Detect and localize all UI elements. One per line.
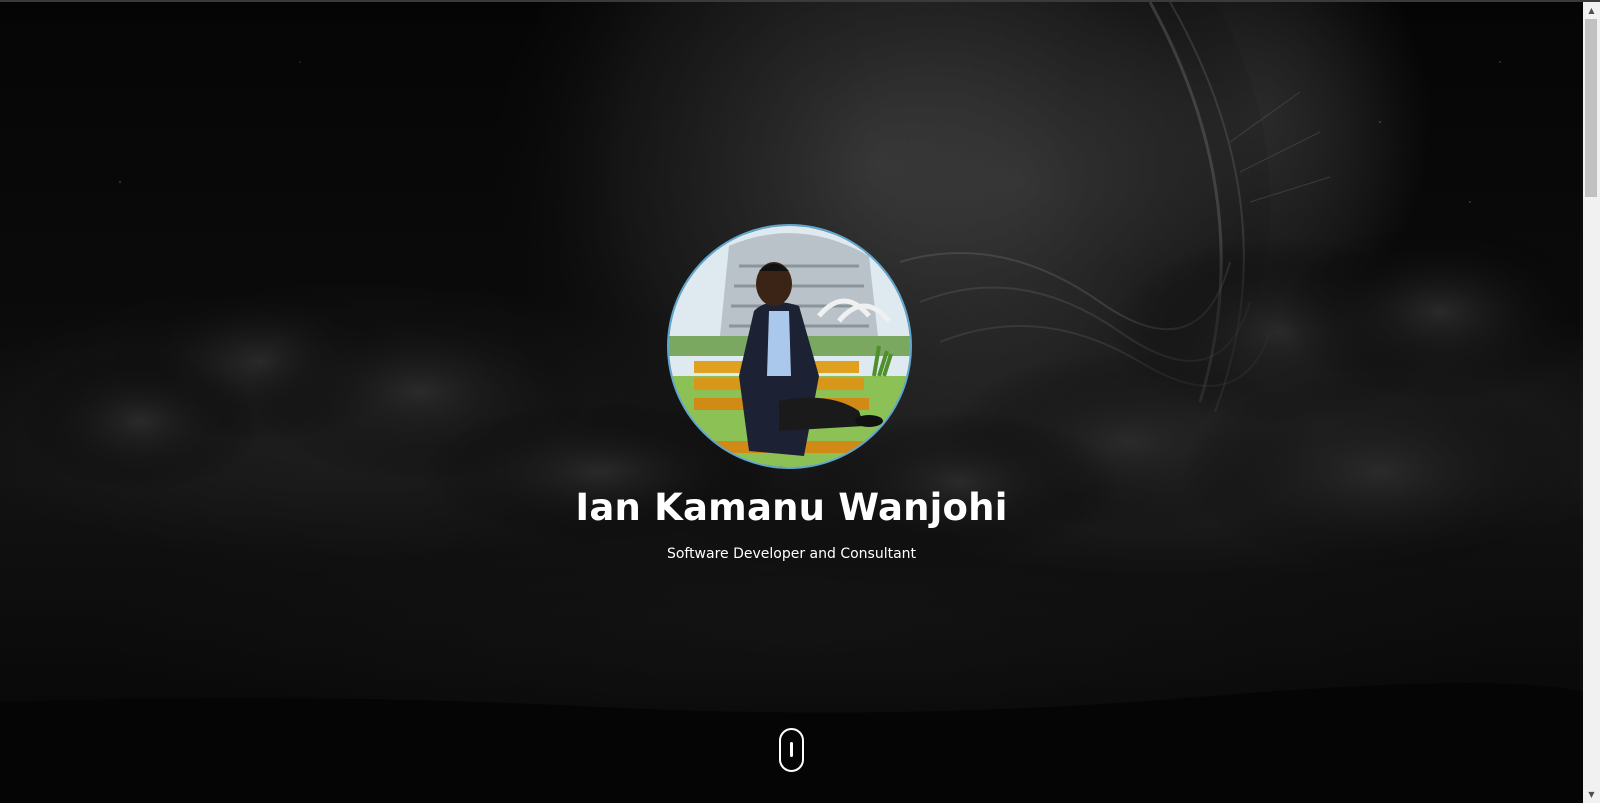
mouse-scroll-icon[interactable] <box>779 728 804 772</box>
scroll-up-arrow-icon[interactable]: ▲ <box>1583 2 1600 19</box>
hero-subtitle: Software Developer and Consultant <box>666 546 917 562</box>
page-scrollbar[interactable]: ▲ ▼ <box>1583 2 1600 803</box>
hero-name: Ian Kamanu Wanjohi <box>575 486 1008 529</box>
scroll-wheel-indicator <box>790 742 793 757</box>
scroll-down-arrow-icon[interactable]: ▼ <box>1583 786 1600 803</box>
hero-section: Ian Kamanu Wanjohi Software Developer an… <box>0 2 1583 803</box>
page-viewport: Ian Kamanu Wanjohi Software Developer an… <box>0 0 1600 803</box>
portrait-illustration <box>669 226 910 467</box>
scrollbar-thumb[interactable] <box>1585 19 1597 197</box>
profile-photo <box>667 224 912 469</box>
